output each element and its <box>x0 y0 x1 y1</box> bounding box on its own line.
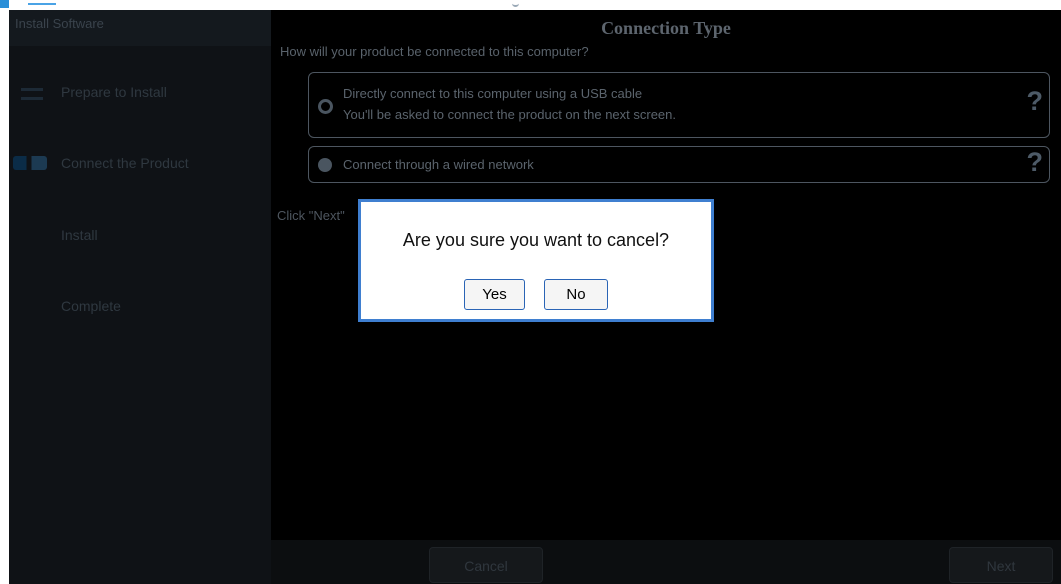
step-arrow-icon <box>21 88 43 100</box>
step-prepare-to-install: Prepare to Install <box>9 77 271 107</box>
title-bar-decoration <box>28 3 56 5</box>
option-usb-description: You'll be asked to connect the product o… <box>343 107 677 122</box>
instruction-text: Click "Next" <box>277 208 345 223</box>
step-label: Complete <box>61 298 121 314</box>
step-complete: Complete <box>9 291 271 321</box>
step-connect-the-product: Connect the Product <box>9 148 271 178</box>
sidebar-title: Install Software <box>9 10 271 46</box>
no-button[interactable]: No <box>544 279 608 310</box>
help-icon[interactable]: ? <box>1027 147 1044 178</box>
radio-usb[interactable] <box>318 99 333 114</box>
confirm-cancel-dialog: Are you sure you want to cancel? Yes No <box>358 199 714 322</box>
top-strip <box>0 0 1061 10</box>
radio-wired-network[interactable] <box>318 158 332 172</box>
step-label: Prepare to Install <box>61 84 167 100</box>
dialog-message: Are you sure you want to cancel? <box>402 230 670 250</box>
step-install: Install <box>9 220 271 250</box>
title-bar-mark <box>512 0 519 7</box>
cancel-button[interactable]: Cancel <box>429 547 543 583</box>
option-wired-network[interactable]: Connect through a wired network ? <box>308 146 1050 183</box>
step-label: Install <box>61 227 98 243</box>
yes-button[interactable]: Yes <box>464 279 525 310</box>
next-button[interactable]: Next <box>949 547 1053 583</box>
help-icon[interactable]: ? <box>1027 86 1044 117</box>
app-icon <box>0 0 9 8</box>
page-title: Connection Type <box>601 18 731 38</box>
footer-bar: Cancel Next <box>271 540 1061 584</box>
page-question: How will your product be connected to th… <box>280 44 589 59</box>
option-usb[interactable]: Directly connect to this computer using … <box>308 72 1050 138</box>
usb-cable-icon <box>13 156 47 170</box>
step-label: Connect the Product <box>61 155 189 171</box>
option-wired-network-label: Connect through a wired network <box>343 157 534 172</box>
sidebar: Install Software Prepare to Install Conn… <box>9 10 271 584</box>
option-usb-label: Directly connect to this computer using … <box>343 86 643 101</box>
